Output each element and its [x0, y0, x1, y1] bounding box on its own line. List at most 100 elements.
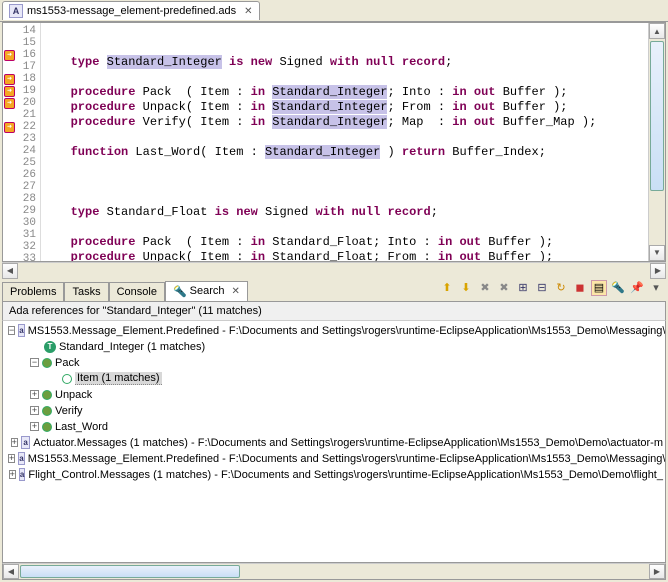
refresh-icon[interactable]: ↻: [553, 280, 569, 296]
code-line[interactable]: procedure Unpack( Item : in Standard_Int…: [49, 100, 648, 115]
expand-icon[interactable]: +: [11, 438, 18, 447]
tree-row[interactable]: TStandard_Integer (1 matches): [5, 339, 663, 355]
hscroll-track[interactable]: [18, 263, 650, 279]
arrow-down-icon[interactable]: ⬇: [458, 280, 474, 296]
tree-row[interactable]: −Pack: [5, 355, 663, 371]
scroll-thumb[interactable]: [20, 565, 240, 578]
line-number: 28: [3, 193, 40, 205]
line-number: 22➜: [3, 121, 40, 133]
method-icon: [42, 358, 52, 368]
tree-row[interactable]: +aFlight_Control.Messages (1 matches) - …: [5, 467, 663, 483]
tab-console[interactable]: Console: [109, 282, 165, 301]
remove-all-icon[interactable]: ✖: [496, 280, 512, 296]
bottom-horizontal-scrollbar[interactable]: ◀ ▶: [2, 563, 666, 580]
expand-icon[interactable]: +: [8, 454, 15, 463]
line-number: 18➜: [3, 73, 40, 85]
ada-file-icon: a: [19, 468, 25, 481]
code-line[interactable]: procedure Unpack( Item : in Standard_Flo…: [49, 250, 648, 261]
tree-label: Unpack: [55, 389, 92, 401]
arrow-up-icon[interactable]: ⬆: [439, 280, 455, 296]
tree-label: MS1553.Message_Element.Predefined - F:\D…: [28, 453, 666, 465]
warning-marker-icon[interactable]: ➜: [4, 122, 15, 133]
tree-label: Last_Word: [55, 421, 108, 433]
code-line[interactable]: procedure Verify( Item : in Standard_Int…: [49, 115, 648, 130]
editor-tab[interactable]: A ms1553-message_element-predefined.ads …: [2, 1, 260, 20]
warning-marker-icon[interactable]: ➜: [4, 98, 15, 109]
tab-tasks[interactable]: Tasks: [64, 282, 108, 301]
line-number: 14: [3, 25, 40, 37]
code-line[interactable]: [49, 130, 648, 145]
method-icon: [42, 406, 52, 416]
stop-icon[interactable]: ◼: [572, 280, 588, 296]
scroll-track[interactable]: [649, 39, 665, 245]
code-line[interactable]: [49, 70, 648, 85]
tree-row[interactable]: −a MS1553.Message_Element.Predefined - F:…: [5, 323, 663, 339]
code-line[interactable]: [49, 25, 648, 40]
search-toolbar: ⬆ ⬇ ✖ ✖ ⊞ ⊟ ↻ ◼ ▤ 🔦 📌 ▾: [439, 280, 664, 296]
scroll-right-button[interactable]: ▶: [649, 564, 665, 579]
scroll-down-button[interactable]: ▼: [649, 245, 665, 261]
tab-search-label: Search: [190, 285, 225, 297]
collapse-icon[interactable]: −: [8, 326, 15, 335]
collapse-icon[interactable]: −: [30, 358, 39, 367]
line-number: 29: [3, 205, 40, 217]
tree-row[interactable]: + Last_Word: [5, 419, 663, 435]
code-line[interactable]: procedure Pack ( Item : in Standard_Inte…: [49, 85, 648, 100]
tab-problems[interactable]: Problems: [2, 282, 64, 301]
tree-label: MS1553.Message_Element.Predefined - F:\D…: [28, 325, 666, 337]
code-line[interactable]: type Standard_Float is new Signed with n…: [49, 205, 648, 220]
line-number: 19➜: [3, 85, 40, 97]
code-line[interactable]: [49, 190, 648, 205]
code-line[interactable]: procedure Pack ( Item : in Standard_Floa…: [49, 235, 648, 250]
code-line[interactable]: function Last_Word( Item : Standard_Inte…: [49, 145, 648, 160]
ada-file-icon: a: [18, 324, 24, 337]
line-number: 31: [3, 229, 40, 241]
tree-label: Flight_Control.Messages (1 matches) - F:…: [28, 469, 663, 481]
menu-icon[interactable]: ▾: [648, 280, 664, 296]
warning-marker-icon[interactable]: ➜: [4, 50, 15, 61]
line-number: 21: [3, 109, 40, 121]
code-line[interactable]: [49, 40, 648, 55]
tree-row[interactable]: +Verify: [5, 403, 663, 419]
tree-row[interactable]: Item (1 matches): [5, 371, 663, 387]
close-icon[interactable]: ✕: [232, 286, 240, 297]
code-line[interactable]: [49, 220, 648, 235]
scroll-right-button[interactable]: ▶: [650, 263, 666, 279]
search-results-tree: −aMS1553.Message_Element.Predefined - F:…: [2, 321, 666, 564]
scroll-up-button[interactable]: ▲: [649, 23, 665, 39]
pin-icon[interactable]: 📌: [629, 280, 645, 296]
collapse-all-icon[interactable]: ⊟: [534, 280, 550, 296]
tree-row[interactable]: +aMS1553.Message_Element.Predefined - F:…: [5, 451, 663, 467]
close-icon[interactable]: ✕: [244, 6, 252, 17]
expand-icon[interactable]: +: [30, 422, 39, 431]
history-icon[interactable]: 🔦: [610, 280, 626, 296]
method-icon: [42, 422, 52, 432]
vertical-scrollbar[interactable]: ▲ ▼: [648, 23, 665, 261]
warning-marker-icon[interactable]: ➜: [4, 86, 15, 97]
expand-icon[interactable]: +: [30, 406, 39, 415]
tree-row[interactable]: +aActuator.Messages (1 matches) - F:\Doc…: [5, 435, 663, 451]
tree-row[interactable]: + Unpack: [5, 387, 663, 403]
line-gutter: 141516➜1718➜19➜20➜2122➜23242526272829303…: [3, 23, 41, 261]
scroll-left-button[interactable]: ◀: [2, 263, 18, 279]
code-line[interactable]: type Standard_Integer is new Signed with…: [49, 55, 648, 70]
expand-all-icon[interactable]: ⊞: [515, 280, 531, 296]
tab-search[interactable]: 🔦 Search ✕: [165, 281, 248, 301]
ada-file-icon: A: [9, 4, 23, 18]
code-line[interactable]: [49, 175, 648, 190]
scroll-left-button[interactable]: ◀: [3, 564, 19, 579]
ada-file-icon: a: [21, 436, 30, 449]
scroll-thumb[interactable]: [650, 41, 664, 191]
warning-marker-icon[interactable]: ➜: [4, 74, 15, 85]
remove-match-icon[interactable]: ✖: [477, 280, 493, 296]
tree-view-icon[interactable]: ▤: [591, 280, 607, 296]
line-number: 24: [3, 145, 40, 157]
flashlight-icon: 🔦: [173, 285, 187, 298]
code-content[interactable]: type Standard_Integer is new Signed with…: [41, 23, 648, 261]
horizontal-scrollbar[interactable]: ◀ ▶: [2, 262, 666, 279]
expand-icon[interactable]: +: [30, 390, 39, 399]
expand-icon[interactable]: +: [9, 470, 16, 479]
code-line[interactable]: [49, 160, 648, 175]
line-number: 16➜: [3, 49, 40, 61]
editor-tab-title: ms1553-message_element-predefined.ads: [27, 5, 236, 17]
